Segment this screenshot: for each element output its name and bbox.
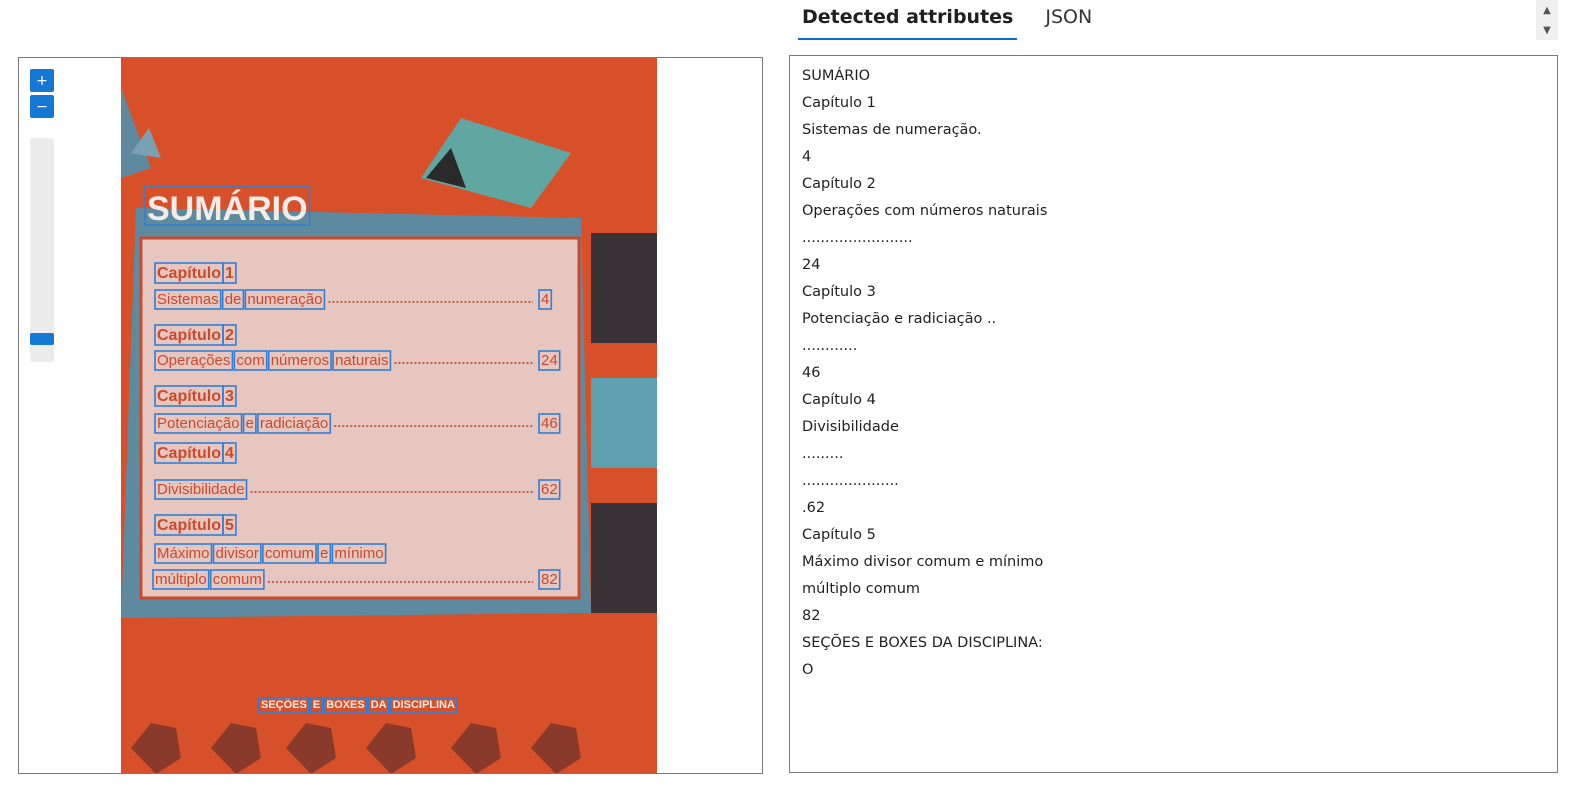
chapter-name-word: comum <box>213 571 262 588</box>
decor-building <box>591 233 657 343</box>
chapter-name-word: de <box>225 291 242 308</box>
scroll-up-icon[interactable]: ▲ <box>1536 0 1558 20</box>
result-line: Capítulo 4 <box>802 392 876 408</box>
chapter-label: Capítulo <box>157 517 221 534</box>
chapter-name-word: Sistemas <box>157 291 219 308</box>
chapter-page: 62 <box>541 481 558 498</box>
chapter-label: Capítulo <box>157 327 221 344</box>
document-title: SUMÁRIO <box>147 190 308 228</box>
result-line: múltiplo comum <box>802 581 921 597</box>
chapter-page: 4 <box>541 291 549 308</box>
sections-label-word: DA <box>371 699 387 711</box>
result-line: .62 <box>802 500 826 516</box>
result-line: Capítulo 5 <box>802 527 876 543</box>
chapter-label: Capítulo <box>157 388 221 405</box>
zoom-in-button[interactable]: + <box>30 69 54 92</box>
chapter-page: 24 <box>541 352 558 369</box>
document-image: SUMÁRIOCapítulo 1Sistemas de numeração 4Capí… <box>121 58 657 773</box>
result-line: ........................ <box>802 230 913 246</box>
result-line: Operações com números naturais <box>802 203 1048 219</box>
result-line: 24 <box>802 257 821 273</box>
detected-attributes-panel: SUMÁRIO Capítulo 1 Sistemas de numeração. 4… <box>789 55 1558 773</box>
result-line: 4 <box>802 149 812 165</box>
chapter-page: 82 <box>541 571 558 588</box>
chapter-name-word: e <box>246 415 254 432</box>
sections-label-word: E <box>313 699 320 711</box>
result-line: 82 <box>802 608 821 624</box>
chapter-name-word: Máximo <box>157 545 210 562</box>
chapter-page: 46 <box>541 415 558 432</box>
chapter-name-word: múltiplo <box>155 571 207 588</box>
chapter-label: Capítulo <box>157 445 221 462</box>
image-viewer[interactable]: + − SUMÁRIO Capítulo 1 Sistemas de numer… <box>18 57 763 774</box>
scroll-down-icon[interactable]: ▼ <box>1536 20 1558 40</box>
chapter-name-word: Divisibilidade <box>157 481 245 498</box>
chapter-name-word: radiciação <box>260 415 328 432</box>
zoom-slider[interactable] <box>30 138 54 362</box>
tab-detected-attributes[interactable]: Detected attributes <box>798 0 1018 40</box>
page-scrollbar[interactable]: ▲ ▼ <box>1536 0 1558 40</box>
sections-label-word: BOXES <box>326 699 365 711</box>
result-line: Sistemas de numeração. <box>802 122 982 138</box>
chapter-name-word: naturais <box>335 352 388 369</box>
result-line: SEÇÕES E BOXES DA DISCIPLINA: <box>802 635 1043 651</box>
chapter-label: Capítulo <box>157 265 221 282</box>
result-line: SUMÁRIO <box>802 68 871 84</box>
result-line: Capítulo 1 <box>802 95 876 111</box>
result-line: Potenciação e radiciação .. <box>802 311 997 327</box>
decor-building <box>591 378 657 468</box>
sections-label-word: DISCIPLINA <box>393 699 455 711</box>
chapter-name-word: e <box>320 545 328 562</box>
chapter-name-word: divisor <box>216 545 259 562</box>
chapter-number: 5 <box>225 517 234 534</box>
result-line: O <box>802 662 814 678</box>
zoom-slider-thumb[interactable] <box>30 333 54 346</box>
chapter-name-word: mínimo <box>334 545 383 562</box>
chapter-number: 3 <box>225 388 234 405</box>
chapter-name-word: com <box>236 352 264 369</box>
result-line: Divisibilidade <box>802 419 899 435</box>
chapter-number: 1 <box>225 265 234 282</box>
tab-json[interactable]: JSON <box>1041 0 1096 40</box>
result-line: Máximo divisor comum e mínimo <box>802 554 1044 570</box>
result-line: Capítulo 3 <box>802 284 876 300</box>
result-line: ......... <box>802 446 844 462</box>
chapter-name-word: Potenciação <box>157 415 240 432</box>
minus-icon: − <box>36 98 48 115</box>
result-line: ..................... <box>802 473 899 489</box>
tab-bar: Detected attributes JSON <box>798 0 1120 42</box>
result-line: Capítulo 2 <box>802 176 876 192</box>
decor-building <box>591 503 657 613</box>
sections-label-word: SEÇÕES <box>261 698 307 711</box>
zoom-out-button[interactable]: − <box>30 95 54 118</box>
chapter-name-word: números <box>271 352 329 369</box>
result-line: ............ <box>802 338 858 354</box>
plus-icon: + <box>36 72 48 89</box>
chapter-number: 4 <box>225 445 234 462</box>
chapter-number: 2 <box>225 327 234 344</box>
result-line: 46 <box>802 365 821 381</box>
chapter-name-word: Operações <box>157 352 230 369</box>
chapter-name-word: numeração <box>247 291 322 308</box>
chapter-name-word: comum <box>265 545 314 562</box>
